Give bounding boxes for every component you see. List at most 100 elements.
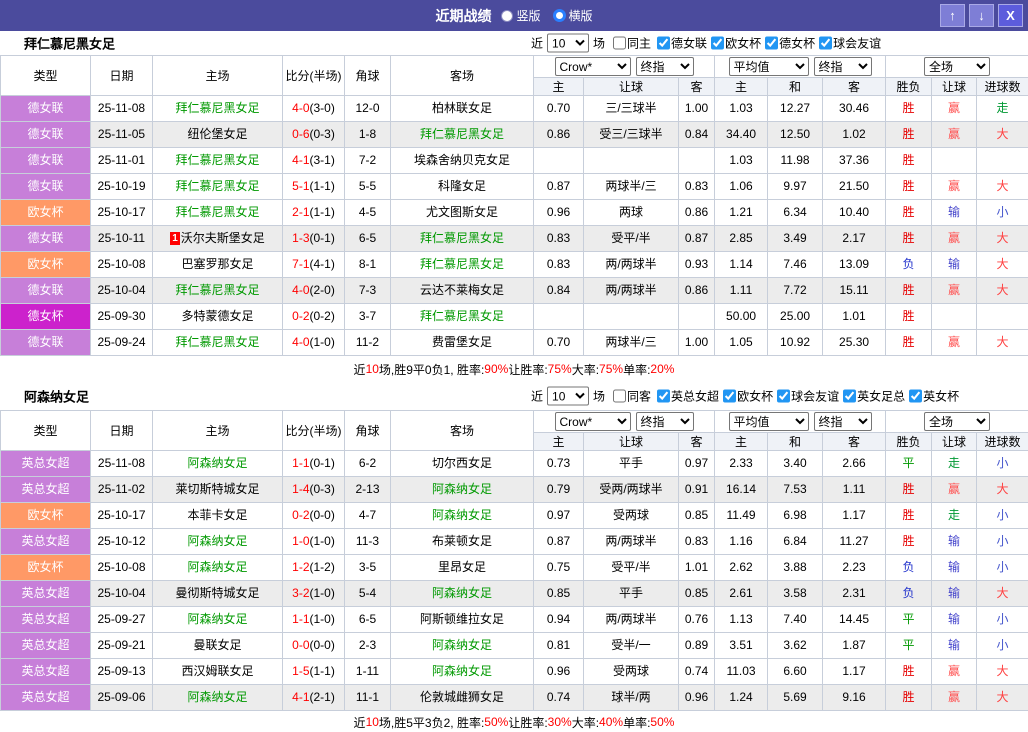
summary-part: 场,胜9平0负1, 胜率: [379,361,484,378]
handicap-result-text: 输 [932,633,977,659]
col-handicap: 让球 [584,433,679,451]
recent-label: 近 [531,388,543,405]
corners: 5-5 [345,174,391,200]
scope-select[interactable]: 全场 [924,57,990,76]
col-goals: 进球数 [977,433,1028,451]
home-team: 拜仁慕尼黑女足 [153,174,283,200]
avg-home-odds: 2.62 [715,555,768,581]
result-text: 胜 [886,174,932,200]
summary-part: 近 [354,361,366,378]
average-select[interactable]: 平均值 [729,412,809,431]
score: 1-0(1-0) [283,529,345,555]
handicap-line: 受平/半 [584,226,679,252]
fulltime-score: 4-1 [292,690,309,704]
league-filter-checkbox[interactable]: 欧女杯 [723,388,773,405]
match-date: 25-11-02 [91,477,153,503]
odds-stage-select[interactable]: 终指 [636,412,694,431]
avg-away-odds: 2.17 [823,226,886,252]
fulltime-score: 4-0 [292,335,309,349]
match-date: 25-10-04 [91,581,153,607]
league-filter-checkbox[interactable]: 德女联 [657,35,707,52]
handicap-line [584,148,679,174]
scope-select[interactable]: 全场 [924,412,990,431]
match-date: 25-09-24 [91,330,153,356]
league-badge: 英总女超 [1,581,91,607]
home-team-name: 莱切斯特城女足 [175,482,259,496]
league-filter-checkbox[interactable]: 球会友谊 [777,388,839,405]
fulltime-score: 4-0 [292,283,309,297]
col-away: 客场 [391,56,534,96]
fulltime-score: 7-1 [292,257,309,271]
col-score: 比分(半场) [283,411,345,451]
avg-stage-select[interactable]: 终指 [814,57,872,76]
match-row: 英总女超25-09-27阿森纳女足1-1(1-0)6-5阿斯顿维拉女足0.94两… [1,607,1028,633]
halftime-score: (3-1) [310,153,335,167]
league-badge: 德女联 [1,96,91,122]
same-venue-checkbox[interactable]: 同客 [613,388,651,405]
average-select[interactable]: 平均值 [729,57,809,76]
summary-part: 场,胜5平3负2, 胜率: [379,714,484,731]
match-date: 25-10-12 [91,529,153,555]
league-filter-checkbox[interactable]: 球会友谊 [819,35,881,52]
corners: 12-0 [345,96,391,122]
away-odds: 0.76 [679,607,715,633]
away-odds: 0.86 [679,278,715,304]
corners: 6-5 [345,607,391,633]
league-filter-checkbox[interactable]: 欧女杯 [711,35,761,52]
away-team: 柏林联女足 [391,96,534,122]
corners: 11-3 [345,529,391,555]
avg-home-odds: 16.14 [715,477,768,503]
match-row: 英总女超25-11-08阿森纳女足1-1(0-1)6-2切尔西女足0.73平手0… [1,451,1028,477]
handicap-line: 平手 [584,581,679,607]
filter-bar: 近10场同客英总女超欧女杯球会友谊英女足总英女杯 [531,387,959,406]
bookmaker-select[interactable]: Crow* [555,412,631,431]
league-filter-checkbox[interactable]: 德女杯 [765,35,815,52]
fulltime-score: 4-0 [292,101,309,115]
score: 4-1(2-1) [283,685,345,711]
handicap-result-text: 输 [932,529,977,555]
recent-count-select[interactable]: 10 [547,387,589,406]
close-button[interactable]: X [998,4,1023,27]
layout-option-vertical[interactable]: 竖版 [501,7,540,24]
match-date: 25-09-27 [91,607,153,633]
away-team: 阿斯顿维拉女足 [391,607,534,633]
team-name: 拜仁慕尼黑女足 [24,34,115,53]
avg-home-odds: 1.05 [715,330,768,356]
league-filter-label: 欧女杯 [725,35,761,52]
home-odds: 0.96 [534,200,584,226]
move-down-button[interactable]: ↓ [969,4,994,27]
summary-part: 20% [650,362,674,376]
league-badge: 英总女超 [1,607,91,633]
results-table: 类型 日期 主场 比分(半场) 角球 客场 Crow* 终指 平均值 终指 全场 [0,55,1028,356]
avg-stage-select[interactable]: 终指 [814,412,872,431]
away-team-name: 布莱顿女足 [432,534,492,548]
avg-home-odds: 2.61 [715,581,768,607]
layout-option-horizontal[interactable]: 横版 [553,7,593,24]
avg-home-odds: 1.03 [715,148,768,174]
league-filter-checkbox[interactable]: 英女杯 [909,388,959,405]
match-date: 25-10-04 [91,278,153,304]
away-odds: 0.96 [679,685,715,711]
bookmaker-select[interactable]: Crow* [555,57,631,76]
move-up-button[interactable]: ↑ [940,4,965,27]
away-team: 阿森纳女足 [391,503,534,529]
league-filter-checkbox[interactable]: 英总女超 [657,388,719,405]
away-team-name: 切尔西女足 [432,456,492,470]
league-filter-checkbox[interactable]: 英女足总 [843,388,905,405]
odds-stage-select[interactable]: 终指 [636,57,694,76]
score: 4-1(3-1) [283,148,345,174]
section-header: 阿森纳女足 近10场同客英总女超欧女杯球会友谊英女足总英女杯 [0,382,1028,410]
summary-part: 75% [599,362,623,376]
league-filter-label: 德女联 [671,35,707,52]
avg-draw-odds: 7.53 [768,477,823,503]
away-team-name: 科隆女足 [438,179,486,193]
match-date: 25-11-05 [91,122,153,148]
home-team: 阿森纳女足 [153,555,283,581]
match-date: 25-09-06 [91,685,153,711]
home-team: 阿森纳女足 [153,451,283,477]
same-venue-checkbox[interactable]: 同主 [613,35,651,52]
avg-home-odds: 2.85 [715,226,768,252]
recent-count-select[interactable]: 10 [547,34,589,53]
away-team: 费雷堡女足 [391,330,534,356]
away-odds: 0.97 [679,451,715,477]
